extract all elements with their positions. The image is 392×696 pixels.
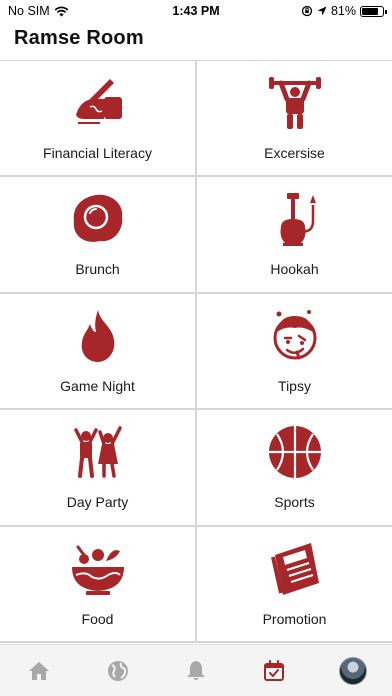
category-tile-promotion[interactable]: Promotion xyxy=(196,526,392,643)
category-label: Sports xyxy=(274,494,315,511)
tab-notifications[interactable] xyxy=(176,651,216,691)
category-tile-food[interactable]: Food xyxy=(0,526,196,643)
newspaper-icon xyxy=(270,542,319,595)
battery-icon xyxy=(360,5,387,17)
salad-bowl-icon xyxy=(71,545,124,595)
wifi-icon xyxy=(54,6,69,16)
category-tile-sports[interactable]: Sports xyxy=(196,410,392,527)
fried-egg-icon xyxy=(73,195,122,243)
tab-explore[interactable] xyxy=(98,651,138,691)
category-label: Brunch xyxy=(75,261,120,278)
flame-icon xyxy=(81,309,114,362)
weightlifter-icon xyxy=(268,77,321,129)
category-label: Game Night xyxy=(60,377,135,394)
category-label: Excersise xyxy=(264,145,325,161)
category-label: Hookah xyxy=(270,261,319,278)
category-label: Tipsy xyxy=(278,377,311,394)
hand-writing-icon xyxy=(75,79,122,124)
carrier-label: No SIM xyxy=(8,4,50,18)
category-tile-excersise[interactable]: Excersise xyxy=(196,61,392,178)
orientation-lock-icon xyxy=(301,5,313,17)
category-label: Promotion xyxy=(262,610,327,627)
basketball-icon xyxy=(268,426,321,479)
hookah-icon xyxy=(280,193,316,247)
category-label: Food xyxy=(81,610,114,627)
category-tile-brunch[interactable]: Brunch xyxy=(0,177,196,294)
category-tile-hookah[interactable]: Hookah xyxy=(196,177,392,294)
category-tile-tipsy[interactable]: Tipsy xyxy=(196,293,392,411)
battery-percent: 81% xyxy=(330,4,356,18)
category-tile-day-party[interactable]: Day Party xyxy=(0,410,196,527)
category-label: Day Party xyxy=(66,494,129,511)
tipsy-face-icon xyxy=(273,309,316,360)
battery-fill xyxy=(362,7,379,15)
dancing-people-icon xyxy=(73,426,122,479)
page-title: Ramse Room xyxy=(14,27,144,49)
home-icon xyxy=(29,661,50,680)
bottom-tab-bar xyxy=(0,644,392,696)
status-right: 81% xyxy=(301,4,387,18)
tab-calendar[interactable] xyxy=(254,651,294,691)
tab-profile[interactable] xyxy=(333,651,373,691)
location-arrow-icon xyxy=(317,6,327,16)
calendar-icon xyxy=(264,659,285,681)
category-tile-game-night[interactable]: Game Night xyxy=(0,293,196,411)
tab-home[interactable] xyxy=(19,651,59,691)
avatar xyxy=(338,656,367,685)
category-tile-financial-literacy[interactable]: Financial Literacy xyxy=(0,61,196,178)
status-left: No SIM xyxy=(8,4,69,18)
bell-icon xyxy=(186,660,205,680)
status-bar: No SIM 1:43 PM 81% xyxy=(0,0,392,22)
category-grid: Financial Literacy Excersise Brunch Hook… xyxy=(0,60,392,643)
category-label: Financial Literacy xyxy=(43,145,152,161)
globe-icon xyxy=(107,660,128,681)
